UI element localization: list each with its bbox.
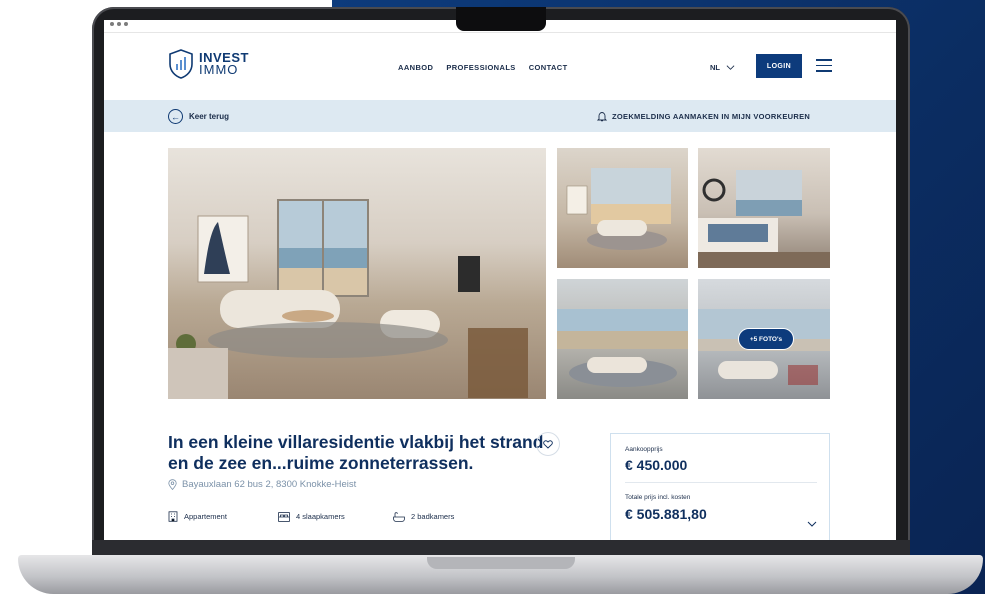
screen: INVEST IMMO AANBOD PROFESSIONALS CONTACT… xyxy=(104,20,896,540)
window-controls xyxy=(110,22,128,26)
search-alert-link[interactable]: ZOEKMELDING AANMAKEN IN MIJN VOORKEUREN xyxy=(597,111,810,122)
menu-contact[interactable]: CONTACT xyxy=(529,63,568,72)
feature-type-label: Appartement xyxy=(184,512,227,521)
menu-professionals[interactable]: PROFESSIONALS xyxy=(446,63,515,72)
purchase-price-label: Aankoopprijs xyxy=(625,446,663,453)
login-button[interactable]: LOGIN xyxy=(756,54,802,78)
menu-aanbod[interactable]: AANBOD xyxy=(398,63,433,72)
features-row: Appartement 4 slaapkamers 2 badkamers xyxy=(168,511,503,522)
photo-living-2[interactable] xyxy=(557,148,688,268)
feature-bathrooms-label: 2 badkamers xyxy=(411,512,455,521)
living-room-illustration xyxy=(168,199,528,399)
chevron-down-icon xyxy=(726,65,735,70)
main-menu: AANBOD PROFESSIONALS CONTACT xyxy=(398,63,568,72)
building-icon xyxy=(168,511,178,522)
hamburger-menu-icon[interactable] xyxy=(816,59,832,73)
laptop-base-groove xyxy=(427,557,575,569)
minimize-dot[interactable] xyxy=(117,22,121,26)
camera-notch xyxy=(456,7,546,31)
total-price-value: € 505.881,80 xyxy=(625,506,707,522)
photo-living-3[interactable] xyxy=(557,279,688,399)
language-selector[interactable]: NL xyxy=(710,63,735,72)
logo-text: INVEST IMMO xyxy=(199,51,249,77)
arrow-left-icon: ← xyxy=(168,109,183,124)
bed-icon xyxy=(278,511,290,522)
photo-bedroom[interactable] xyxy=(698,148,830,268)
back-label: Keer terug xyxy=(189,112,230,121)
search-alert-label: ZOEKMELDING AANMAKEN IN MIJN VOORKEUREN xyxy=(612,112,811,121)
main-photo[interactable] xyxy=(168,148,546,399)
heart-icon xyxy=(543,439,553,449)
living-room-2-illustration xyxy=(566,168,671,250)
shield-logo-icon xyxy=(169,49,193,79)
logo-line2: IMMO xyxy=(199,62,239,77)
chevron-down-icon[interactable] xyxy=(807,520,817,528)
bedroom-illustration xyxy=(698,170,830,268)
purchase-price-value: € 450.000 xyxy=(625,457,688,473)
living-room-3-illustration xyxy=(557,309,688,387)
maximize-dot[interactable] xyxy=(124,22,128,26)
language-label: NL xyxy=(710,63,720,72)
more-photos-button[interactable]: +5 FOTO's xyxy=(738,328,794,350)
listing-address: Bayauxlaan 62 bus 2, 8300 Knokke-Heist xyxy=(168,479,356,490)
bell-icon xyxy=(597,112,607,122)
listing-title: In een kleine villaresidentie vlakbij he… xyxy=(168,432,544,473)
address-text: Bayauxlaan 62 bus 2, 8300 Knokke-Heist xyxy=(182,479,357,490)
feature-bathrooms: 2 badkamers xyxy=(393,511,503,522)
bath-icon xyxy=(393,511,405,522)
total-price-label: Totale prijs incl. kosten xyxy=(625,494,691,501)
back-link[interactable]: ← Keer terug xyxy=(168,109,229,124)
logo[interactable]: INVEST IMMO xyxy=(168,49,249,79)
favorite-button[interactable] xyxy=(536,432,560,456)
location-pin-icon xyxy=(168,479,177,490)
feature-bedrooms-label: 4 slaapkamers xyxy=(296,512,345,521)
price-divider xyxy=(625,482,817,483)
top-nav: INVEST IMMO AANBOD PROFESSIONALS CONTACT… xyxy=(104,33,896,99)
close-dot[interactable] xyxy=(110,22,114,26)
feature-bedrooms: 4 slaapkamers xyxy=(278,511,393,522)
sub-bar: ← Keer terug ZOEKMELDING AANMAKEN IN MIJ… xyxy=(104,100,896,132)
price-card: Aankoopprijs € 450.000 Totale prijs incl… xyxy=(610,433,830,540)
feature-type: Appartement xyxy=(168,511,278,522)
